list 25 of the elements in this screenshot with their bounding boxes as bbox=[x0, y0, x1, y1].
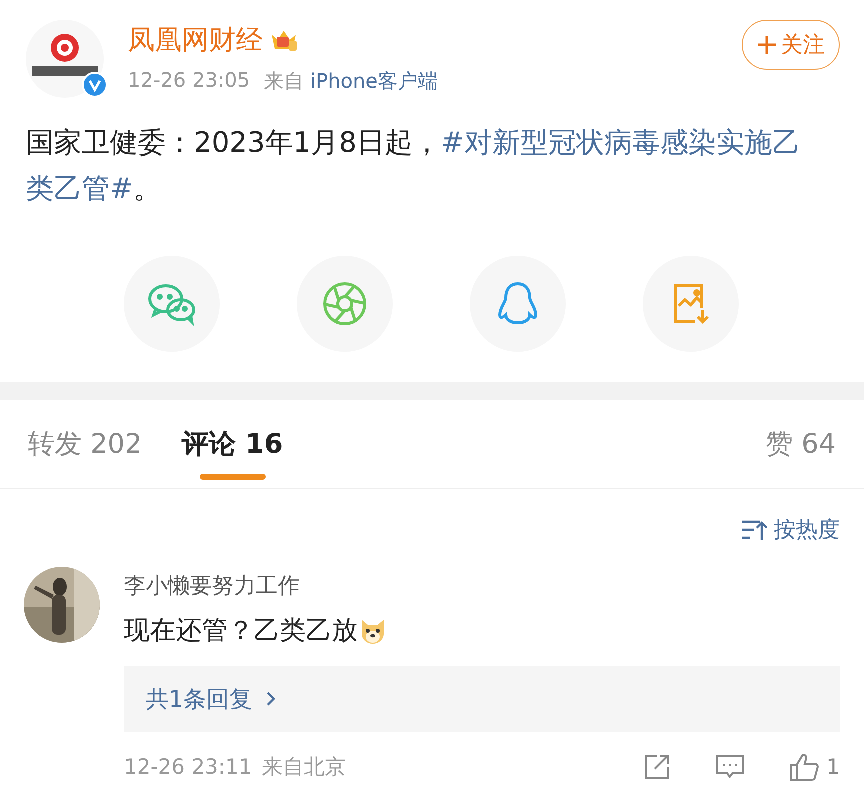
author-name[interactable]: 凤凰网财经 bbox=[128, 22, 263, 58]
replies-link[interactable]: 共1条回复 bbox=[124, 666, 840, 732]
thumbs-up-icon bbox=[788, 752, 821, 782]
tab[interactable]: 转发 202 bbox=[28, 400, 142, 488]
post-source: 来自 iPhone客户端 bbox=[264, 68, 438, 95]
sort-button[interactable]: 按热度 bbox=[740, 515, 840, 545]
comment-location: 来自北京 bbox=[262, 754, 346, 781]
share-button[interactable] bbox=[642, 753, 671, 781]
aperture-icon bbox=[322, 281, 368, 327]
comment-icon bbox=[714, 753, 745, 781]
share-icon bbox=[642, 753, 671, 781]
penguin-icon bbox=[497, 281, 539, 327]
follow-button[interactable]: 关注 bbox=[742, 20, 840, 70]
chevron-right-icon bbox=[264, 690, 277, 708]
like-button[interactable]: 1 bbox=[788, 752, 840, 782]
tab[interactable]: 赞 64 bbox=[766, 400, 836, 488]
post-time: 12-26 23:05 bbox=[128, 68, 250, 94]
comment-text: 现在还管？乙类乙放 bbox=[124, 615, 358, 648]
comment-author[interactable]: 李小懒要努力工作 bbox=[124, 571, 840, 601]
plus-icon bbox=[757, 35, 777, 55]
comment-time: 12-26 23:11 bbox=[124, 755, 252, 779]
sort-icon bbox=[740, 519, 768, 541]
post-text: 国家卫健委：2023年1月8日起，#对新型冠状病毒感染实施乙类乙管#。 bbox=[26, 125, 802, 207]
tab[interactable]: 评论 16 bbox=[182, 400, 284, 488]
reply-button[interactable] bbox=[714, 753, 745, 781]
